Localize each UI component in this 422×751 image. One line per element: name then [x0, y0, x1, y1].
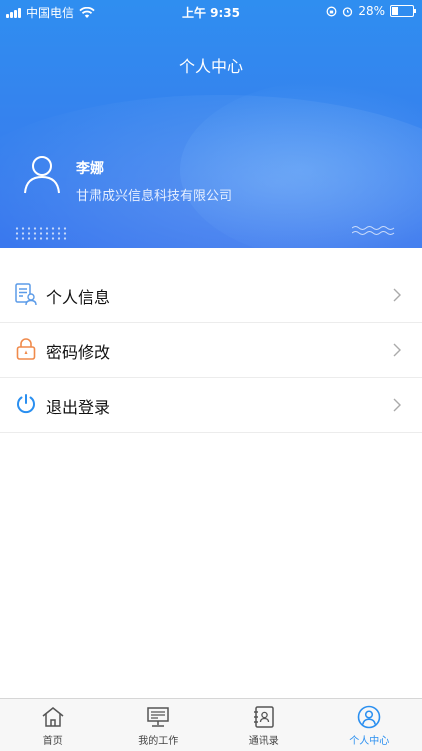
menu-item-personal-info[interactable]: 个人信息 [0, 268, 422, 323]
tab-label: 个人中心 [317, 732, 422, 747]
tab-my-work[interactable]: 我的工作 [106, 699, 212, 751]
avatar[interactable] [22, 152, 62, 194]
chevron-right-icon [392, 398, 402, 412]
user-circle-icon [357, 705, 381, 729]
tab-label: 通讯录 [211, 732, 317, 747]
home-icon [41, 705, 65, 729]
chevron-right-icon [392, 288, 402, 302]
profile-header: 中国电信 上午 9:35 28% 个人中心 李娜 甘肃成兴信息科技有限公 [0, 0, 422, 248]
menu-label: 密码修改 [46, 339, 110, 363]
lock-icon [14, 337, 38, 361]
contacts-icon [252, 705, 276, 729]
wave-line-decoration [352, 224, 396, 238]
page-title: 个人中心 [0, 53, 422, 77]
status-bar: 中国电信 上午 9:35 28% [0, 0, 422, 22]
settings-menu: 个人信息 密码修改 退出登录 [0, 268, 422, 433]
rotation-lock-icon [326, 6, 337, 17]
dot-pattern-decoration [14, 226, 68, 240]
tab-personal-center[interactable]: 个人中心 [317, 699, 422, 751]
menu-label: 个人信息 [46, 284, 110, 308]
battery-percent: 28% [358, 4, 385, 18]
user-name: 李娜 [76, 158, 104, 178]
menu-label: 退出登录 [46, 394, 110, 418]
tab-home[interactable]: 首页 [0, 699, 106, 751]
bottom-tab-bar: 首页 我的工作 通讯录 个人中心 [0, 698, 422, 751]
battery-icon [390, 5, 414, 17]
power-icon [14, 392, 38, 416]
computer-icon [146, 705, 170, 729]
menu-item-change-password[interactable]: 密码修改 [0, 323, 422, 378]
tab-label: 我的工作 [106, 732, 212, 747]
profile-card-icon [14, 282, 38, 306]
user-company: 甘肃成兴信息科技有限公司 [76, 185, 232, 204]
tab-label: 首页 [0, 732, 106, 747]
alarm-icon [342, 6, 353, 17]
tab-contacts[interactable]: 通讯录 [211, 699, 317, 751]
chevron-right-icon [392, 343, 402, 357]
menu-item-logout[interactable]: 退出登录 [0, 378, 422, 433]
